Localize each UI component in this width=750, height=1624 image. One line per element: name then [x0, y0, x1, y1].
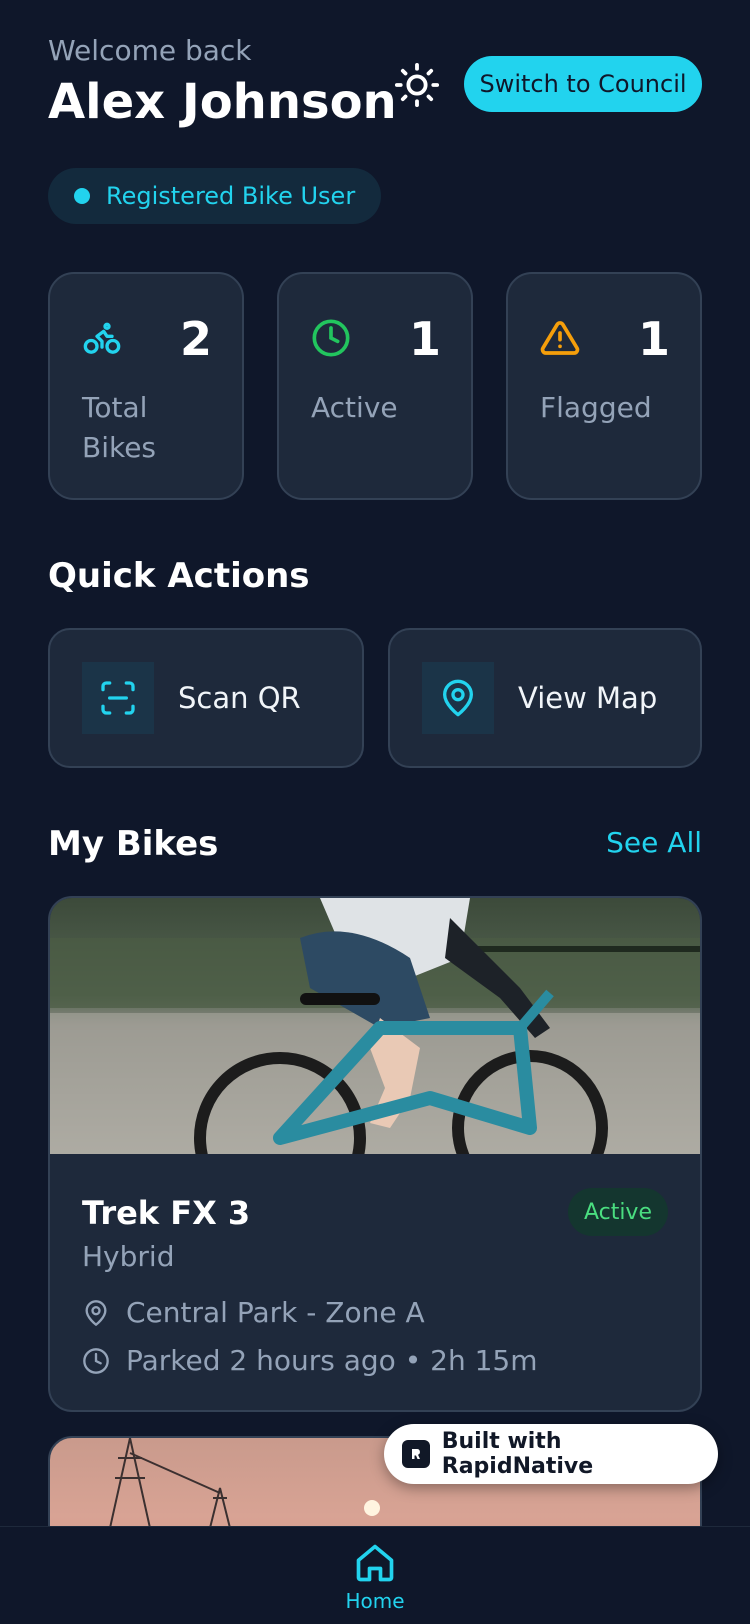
role-badge: Registered Bike User: [48, 168, 382, 224]
see-all-link[interactable]: See All: [606, 826, 702, 859]
tab-home-label: Home: [345, 1589, 405, 1613]
status-dot: [74, 188, 90, 204]
role-label: Registered Bike User: [106, 182, 356, 210]
bike-location-row: Central Park - Zone A: [82, 1296, 425, 1329]
stat-label: Total Bikes: [82, 391, 157, 464]
stat-label: Flagged: [540, 391, 652, 424]
bike-parked-time: Parked 2 hours ago • 2h 15m: [126, 1344, 538, 1377]
scan-qr-label: Scan QR: [178, 681, 301, 715]
quick-actions-title: Quick Actions: [48, 556, 310, 596]
view-map-label: View Map: [518, 681, 658, 715]
status-badge: Active: [567, 1188, 668, 1236]
tab-home[interactable]: Home: [340, 1541, 410, 1613]
stat-value: 2: [179, 312, 212, 366]
map-pin-icon: [443, 679, 473, 717]
theme-toggle-button[interactable]: [392, 60, 442, 110]
map-icon-box: [422, 662, 494, 734]
bike-location: Central Park - Zone A: [126, 1296, 425, 1329]
home-icon: [356, 1544, 394, 1582]
user-name: Alex Johnson: [48, 74, 397, 130]
switch-to-council-button[interactable]: Switch to Council: [464, 56, 702, 112]
view-map-button[interactable]: View Map: [388, 628, 702, 768]
rapidnative-logo-icon: [402, 1440, 430, 1468]
clock-icon: [312, 319, 350, 357]
stat-value: 1: [637, 312, 670, 366]
stat-card-active[interactable]: 1 Active: [277, 272, 473, 500]
bike-parked-row: Parked 2 hours ago • 2h 15m: [82, 1344, 538, 1377]
warning-icon: [540, 321, 580, 355]
stat-label: Active: [311, 391, 398, 424]
built-with-rapidnative-badge[interactable]: Built with RapidNative: [384, 1424, 718, 1484]
my-bikes-title: My Bikes: [48, 824, 219, 864]
stat-card-flagged[interactable]: 1 Flagged: [506, 272, 702, 500]
stat-value: 1: [408, 312, 441, 366]
bike-card[interactable]: Trek FX 3 Hybrid Active Central Park - Z…: [48, 896, 702, 1412]
dashboard-screen: Welcome back Alex Johnson Switch to Coun…: [0, 0, 750, 1624]
scan-qr-icon-box: [82, 662, 154, 734]
bike-photo: [50, 898, 700, 1154]
bike-name: Trek FX 3: [82, 1194, 251, 1232]
bike-icon: [83, 322, 121, 354]
sun-icon: [394, 62, 440, 108]
welcome-text: Welcome back: [48, 34, 252, 67]
map-pin-icon: [85, 1299, 107, 1326]
scan-qr-button[interactable]: Scan QR: [48, 628, 364, 768]
bike-type: Hybrid: [82, 1240, 175, 1273]
stat-card-total-bikes[interactable]: 2 Total Bikes: [48, 272, 244, 500]
scan-qr-icon: [101, 681, 135, 715]
bottom-tab-bar: Home: [0, 1526, 750, 1624]
clock-icon: [83, 1347, 109, 1374]
built-with-label: Built with RapidNative: [441, 1429, 594, 1479]
